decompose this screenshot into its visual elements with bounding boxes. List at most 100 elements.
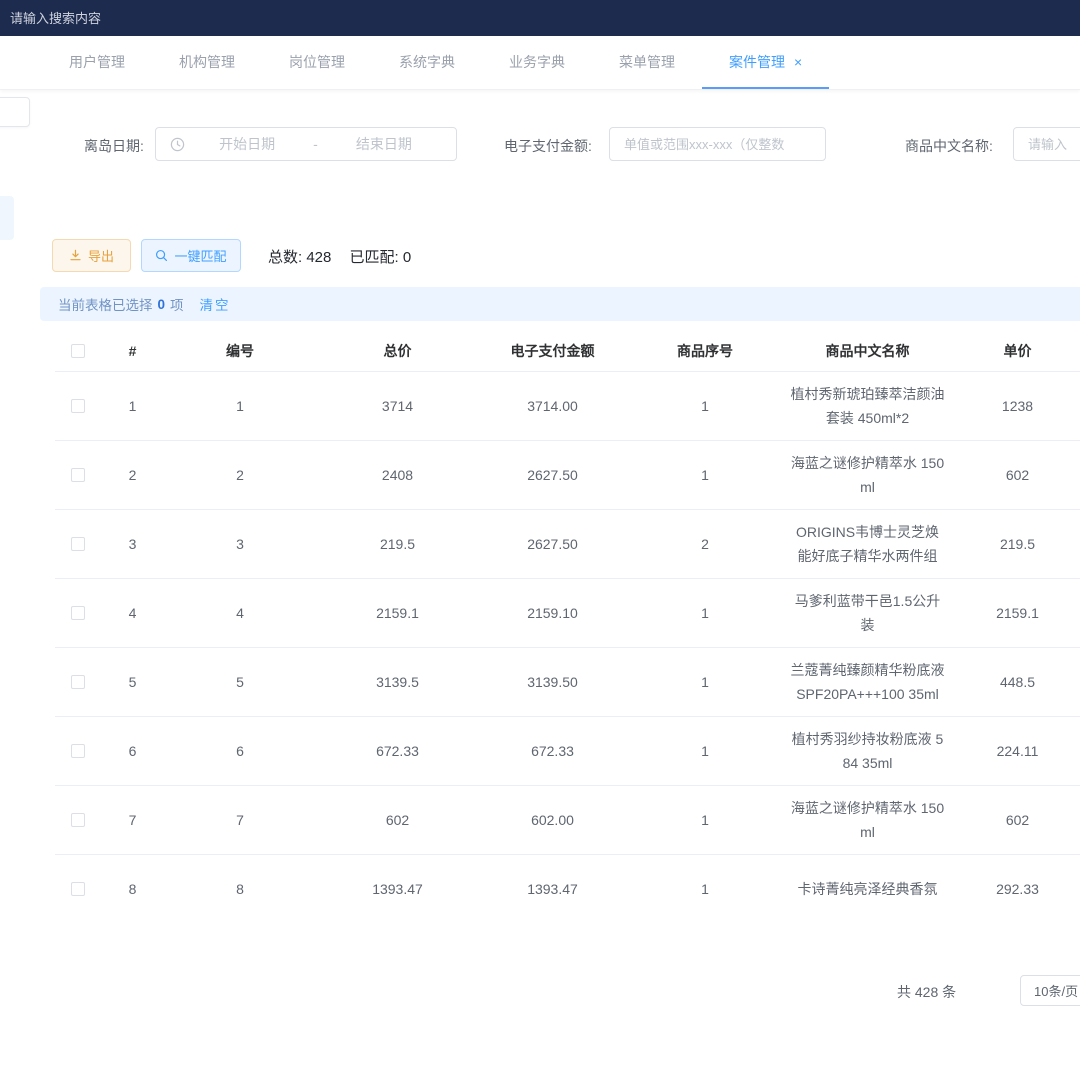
cell-total: 2159.1	[315, 605, 480, 621]
total-value: 428	[306, 249, 331, 266]
cell-code: 3	[165, 536, 315, 552]
row-checkbox[interactable]	[71, 537, 85, 551]
cell-product-name: 植村秀羽纱持妆粉底液 584 35ml	[785, 727, 950, 775]
cell-total: 3139.5	[315, 674, 480, 690]
row-checkbox[interactable]	[71, 813, 85, 827]
amount-input[interactable]	[610, 128, 825, 160]
amount-input-wrap	[609, 127, 826, 161]
cell-product-name: 植村秀新琥珀臻萃洁颜油套装 450ml*2	[785, 382, 950, 430]
cell-total: 1393.47	[315, 881, 480, 897]
tab-business-dict[interactable]: 业务字典	[482, 36, 592, 89]
export-button[interactable]: 导出	[52, 239, 131, 272]
table-row: 2 2 2408 2627.50 1 海蓝之谜修护精萃水 150ml 602	[55, 441, 1080, 510]
cell-unit-price: 602	[950, 812, 1080, 828]
cell-unit-price: 448.5	[950, 674, 1080, 690]
col-header-product-name: 商品中文名称	[785, 339, 950, 363]
row-checkbox[interactable]	[71, 882, 85, 896]
cell-product-seq: 1	[625, 881, 785, 897]
date-range-picker[interactable]: 开始日期 - 结束日期	[155, 127, 457, 161]
clear-selection-link[interactable]: 清空	[200, 294, 231, 314]
cell-product-seq: 1	[625, 812, 785, 828]
cell-product-name: ORIGINS韦博士灵芝焕能好底子精华水两件组	[785, 520, 950, 568]
cell-code: 2	[165, 467, 315, 483]
cell-payment: 3714.00	[480, 398, 625, 414]
col-header-total: 总价	[315, 341, 480, 361]
cell-product-name: 海蓝之谜修护精萃水 150ml	[785, 451, 950, 499]
product-name-input-wrap	[1013, 127, 1080, 161]
page-size-value: 10条/页	[1034, 981, 1078, 1000]
cell-index: 6	[100, 743, 165, 759]
tab-user-management[interactable]: 用户管理	[42, 36, 152, 89]
matched-label: 已匹配:	[350, 249, 399, 266]
clock-icon	[170, 137, 185, 152]
tab-post-management[interactable]: 岗位管理	[262, 36, 372, 89]
cell-total: 2408	[315, 467, 480, 483]
cell-total: 602	[315, 812, 480, 828]
data-table: # 编号 总价 电子支付金额 商品序号 商品中文名称 单价 1 1 3 7 1 4 3…	[55, 330, 1080, 906]
selection-suffix: 项	[170, 294, 184, 314]
collapsed-panel-stub[interactable]	[0, 97, 30, 127]
start-date-placeholder: 开始日期	[185, 134, 309, 154]
total-label: 总数:	[268, 249, 302, 266]
cell-index: 4	[100, 605, 165, 621]
tab-org-management[interactable]: 机构管理	[152, 36, 262, 89]
tab-bar: 用户管理 机构管理 岗位管理 系统字典 业务字典 菜单管理 案件管理 ×	[0, 36, 1080, 90]
row-checkbox[interactable]	[71, 606, 85, 620]
table-header-row: # 编号 总价 电子支付金额 商品序号 商品中文名称 单价	[55, 330, 1080, 372]
table-row: 6 6 672.33 672.33 1 植村秀羽纱持妆粉底液 584 35ml …	[55, 717, 1080, 786]
one-click-match-label: 一键匹配	[174, 246, 226, 265]
table-row: 7 7 602 602.00 1 海蓝之谜修护精萃水 150ml 602	[55, 786, 1080, 855]
cell-product-seq: 1	[625, 398, 785, 414]
date-filter-label: 离岛日期:	[84, 136, 144, 156]
cell-unit-price: 292.33	[950, 881, 1080, 897]
row-checkbox[interactable]	[71, 675, 85, 689]
cell-product-name: 兰蔻菁纯臻颜精华粉底液SPF20PA+++100 35ml	[785, 658, 950, 706]
one-click-match-button[interactable]: 一键匹配	[141, 239, 241, 272]
amount-filter-label: 电子支付金额:	[504, 136, 592, 156]
global-search-input[interactable]	[0, 11, 300, 26]
cell-product-seq: 2	[625, 536, 785, 552]
cell-product-name: 马爹利蓝带干邑1.5公升装	[785, 589, 950, 637]
selection-info-bar: 当前表格已选择 0 项 清空	[40, 287, 1080, 321]
app-window: 用户管理 机构管理 岗位管理 系统字典 业务字典 菜单管理 案件管理 × 离岛日…	[0, 0, 1080, 1077]
match-stats: 总数: 428 已匹配: 0	[268, 246, 411, 267]
table-row: 4 4 2159.1 2159.10 1 马爹利蓝带干邑1.5公升装 2159.…	[55, 579, 1080, 648]
cell-product-seq: 1	[625, 743, 785, 759]
cell-index: 7	[100, 812, 165, 828]
select-all-checkbox[interactable]	[71, 344, 85, 358]
row-checkbox[interactable]	[71, 744, 85, 758]
col-header-index: #	[100, 343, 165, 359]
matched-value: 0	[403, 249, 411, 266]
cell-total: 219.5	[315, 536, 480, 552]
cell-index: 1	[100, 398, 165, 414]
table-row: 8 8 1393.47 1393.47 1 卡诗菁纯亮泽经典香氛 292.33	[55, 855, 1080, 906]
cell-unit-price: 602	[950, 467, 1080, 483]
page-size-select[interactable]: 10条/页	[1020, 975, 1080, 1006]
table-row: 5 5 3139.5 3139.50 1 兰蔻菁纯臻颜精华粉底液SPF20PA+…	[55, 648, 1080, 717]
table-row: 1 1 3714 3714.00 1 植村秀新琥珀臻萃洁颜油套装 450ml*2…	[55, 372, 1080, 441]
cell-unit-price: 1238	[950, 398, 1080, 414]
col-header-product-seq: 商品序号	[625, 341, 785, 361]
cell-payment: 3139.50	[480, 674, 625, 690]
cell-payment: 672.33	[480, 743, 625, 759]
row-checkbox[interactable]	[71, 468, 85, 482]
tab-system-dict[interactable]: 系统字典	[372, 36, 482, 89]
cell-total: 672.33	[315, 743, 480, 759]
cell-index: 3	[100, 536, 165, 552]
tab-case-management-label: 案件管理	[729, 52, 785, 72]
row-checkbox[interactable]	[71, 399, 85, 413]
close-icon[interactable]: ×	[794, 54, 802, 70]
tab-menu-management[interactable]: 菜单管理	[592, 36, 702, 89]
date-separator: -	[309, 136, 322, 152]
end-date-placeholder: 结束日期	[322, 134, 446, 154]
download-icon	[69, 249, 82, 262]
product-name-input[interactable]	[1014, 128, 1080, 160]
cell-payment: 602.00	[480, 812, 625, 828]
cell-product-name: 卡诗菁纯亮泽经典香氛	[785, 877, 950, 901]
table-row: 3 3 219.5 2627.50 2 ORIGINS韦博士灵芝焕能好底子精华水…	[55, 510, 1080, 579]
col-header-unit-price: 单价	[950, 341, 1080, 361]
cell-product-seq: 1	[625, 674, 785, 690]
table-body: 1 1 3 7 1 4 3714.00 1 植村秀新琥珀臻萃洁颜油套装 450ml*2…	[55, 372, 1080, 906]
tab-case-management[interactable]: 案件管理 ×	[702, 36, 829, 89]
cell-code: 5	[165, 674, 315, 690]
